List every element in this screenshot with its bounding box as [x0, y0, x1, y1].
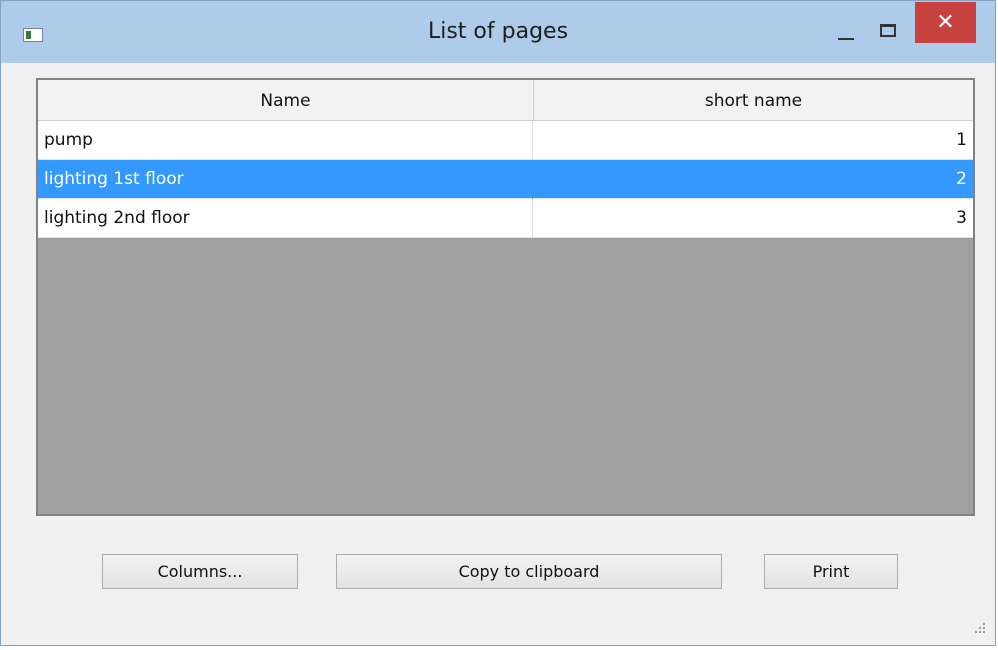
- close-icon: ✕: [936, 10, 955, 35]
- column-header-name[interactable]: Name: [38, 80, 534, 120]
- table-header: Name short name: [38, 80, 973, 121]
- print-button[interactable]: Print: [764, 554, 898, 589]
- pages-table[interactable]: Name short name pump 1 lighting 1st floo…: [36, 78, 975, 516]
- title-bar[interactable]: List of pages ✕: [1, 1, 995, 63]
- table-row-selected[interactable]: lighting 1st floor 2: [38, 160, 973, 199]
- table-row[interactable]: lighting 2nd floor 3: [38, 199, 973, 238]
- cell-short-name[interactable]: 3: [534, 199, 973, 238]
- resize-grip-icon[interactable]: [973, 621, 987, 635]
- cell-short-name[interactable]: 1: [534, 121, 973, 160]
- cell-name[interactable]: lighting 1st floor: [38, 160, 533, 199]
- columns-button[interactable]: Columns...: [102, 554, 298, 589]
- table-row[interactable]: pump 1: [38, 121, 973, 160]
- copy-to-clipboard-button[interactable]: Copy to clipboard: [336, 554, 722, 589]
- dialog-window: List of pages ✕ Name short name pump 1 l…: [0, 0, 996, 646]
- minimize-button[interactable]: [834, 19, 860, 45]
- maximize-button[interactable]: [875, 19, 901, 45]
- cell-short-name[interactable]: 2: [534, 160, 973, 199]
- column-header-short-name[interactable]: short name: [534, 80, 973, 120]
- cell-name[interactable]: lighting 2nd floor: [38, 199, 533, 238]
- close-button[interactable]: ✕: [915, 2, 976, 43]
- cell-name[interactable]: pump: [38, 121, 533, 160]
